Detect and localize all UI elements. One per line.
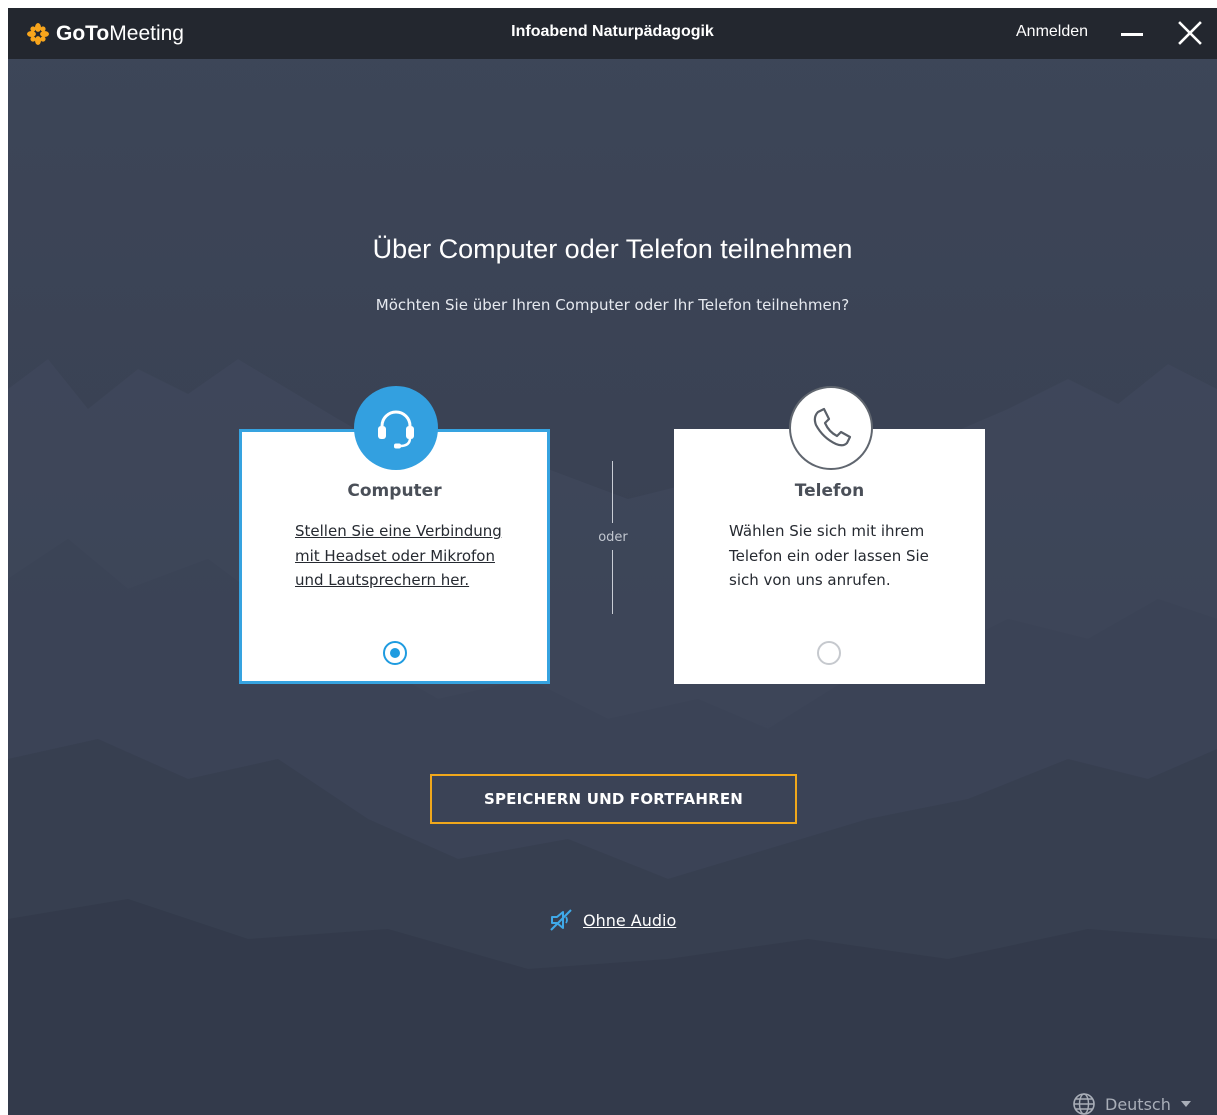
language-label: Deutsch	[1105, 1094, 1171, 1114]
language-selector[interactable]: Deutsch	[1072, 1092, 1191, 1115]
page-title: Über Computer oder Telefon teilnehmen	[372, 234, 853, 264]
headset-icon	[378, 410, 414, 449]
phone-option-title: Telefon	[794, 481, 865, 501]
chevron-down-icon	[1180, 1101, 1191, 1107]
computer-option-description: Stellen Sie eine Verbindung mit Headset …	[295, 522, 502, 589]
phone-radio-button[interactable]	[817, 641, 841, 665]
divider-label: oder	[598, 530, 628, 545]
divider-line-top	[612, 461, 613, 523]
divider-line-bottom	[612, 550, 613, 614]
computer-option-icon-circle	[354, 386, 438, 470]
title-bar: GoToMeeting Infoabend Naturpädagogik Anm…	[8, 8, 1217, 59]
no-audio-label: Ohne Audio	[583, 910, 677, 930]
goto-meeting-window: GoToMeeting Infoabend Naturpädagogik Anm…	[8, 8, 1217, 1115]
no-audio-link[interactable]: Ohne Audio	[549, 907, 676, 933]
phone-option-description: Wählen Sie sich mit ihrem Telefon ein od…	[729, 522, 929, 589]
page-subtitle: Möchten Sie über Ihren Computer oder Ihr…	[375, 296, 850, 314]
save-and-continue-button[interactable]: SPEICHERN UND FORTFAHREN	[430, 774, 797, 824]
signin-link[interactable]: Anmelden	[1016, 23, 1088, 41]
computer-option-title: Computer	[347, 481, 442, 501]
globe-icon	[1073, 1093, 1095, 1115]
minimize-button[interactable]	[1119, 22, 1145, 46]
close-button[interactable]	[1176, 19, 1204, 47]
phone-icon	[813, 407, 852, 447]
phone-option-icon-circle	[789, 386, 873, 470]
muted-speaker-icon	[550, 909, 572, 931]
close-icon	[1178, 21, 1202, 45]
computer-radio-button[interactable]	[383, 641, 407, 665]
